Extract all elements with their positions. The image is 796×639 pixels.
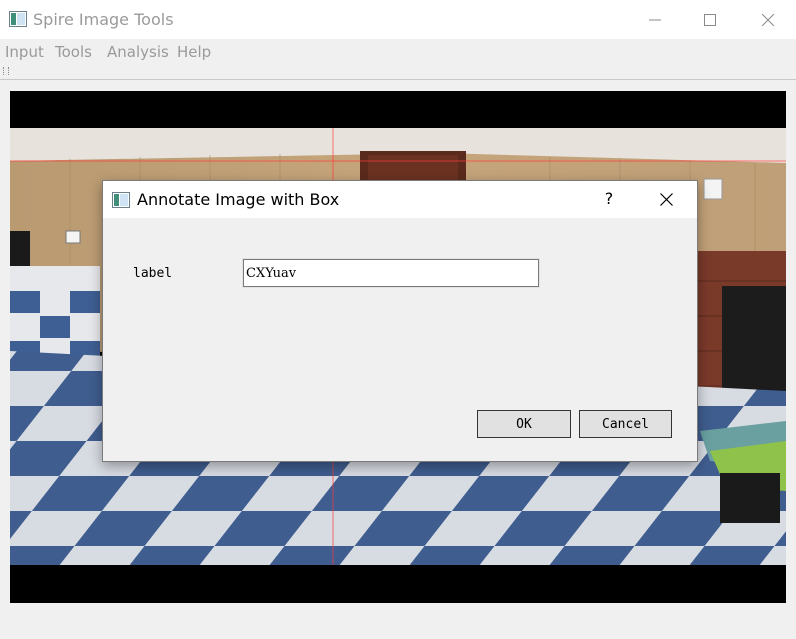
dialog-title: Annotate Image with Box xyxy=(137,190,340,209)
close-icon xyxy=(762,13,774,26)
toolbar-grip-handle[interactable] xyxy=(3,67,9,75)
menu-input[interactable]: Input xyxy=(5,43,44,61)
maximize-icon xyxy=(704,13,716,26)
ok-button[interactable]: OK xyxy=(477,410,571,438)
menu-analysis[interactable]: Analysis xyxy=(107,43,169,61)
dialog-titlebar[interactable]: Annotate Image with Box ? xyxy=(103,181,697,218)
menu-tools[interactable]: Tools xyxy=(55,43,92,61)
annotate-dialog: Annotate Image with Box ? label OK Cance… xyxy=(102,180,698,462)
dialog-close-button[interactable] xyxy=(647,185,685,214)
dialog-app-icon xyxy=(112,192,130,212)
menu-help[interactable]: Help xyxy=(177,43,211,61)
label-input[interactable] xyxy=(243,259,539,287)
dialog-close-icon xyxy=(659,193,673,206)
minimize-button[interactable] xyxy=(626,0,684,39)
label-field-label: label xyxy=(133,266,173,281)
window-titlebar[interactable]: Spire Image Tools xyxy=(0,0,796,39)
toolbar xyxy=(0,64,796,80)
help-icon[interactable]: ? xyxy=(599,188,619,210)
app-icon xyxy=(9,11,27,31)
menu-bar: Input Tools Analysis Help xyxy=(0,39,796,64)
maximize-button[interactable] xyxy=(681,0,739,39)
window-title: Spire Image Tools xyxy=(33,10,174,29)
minimize-icon xyxy=(649,19,661,20)
close-button[interactable] xyxy=(739,0,796,39)
cancel-button[interactable]: Cancel xyxy=(579,410,672,438)
